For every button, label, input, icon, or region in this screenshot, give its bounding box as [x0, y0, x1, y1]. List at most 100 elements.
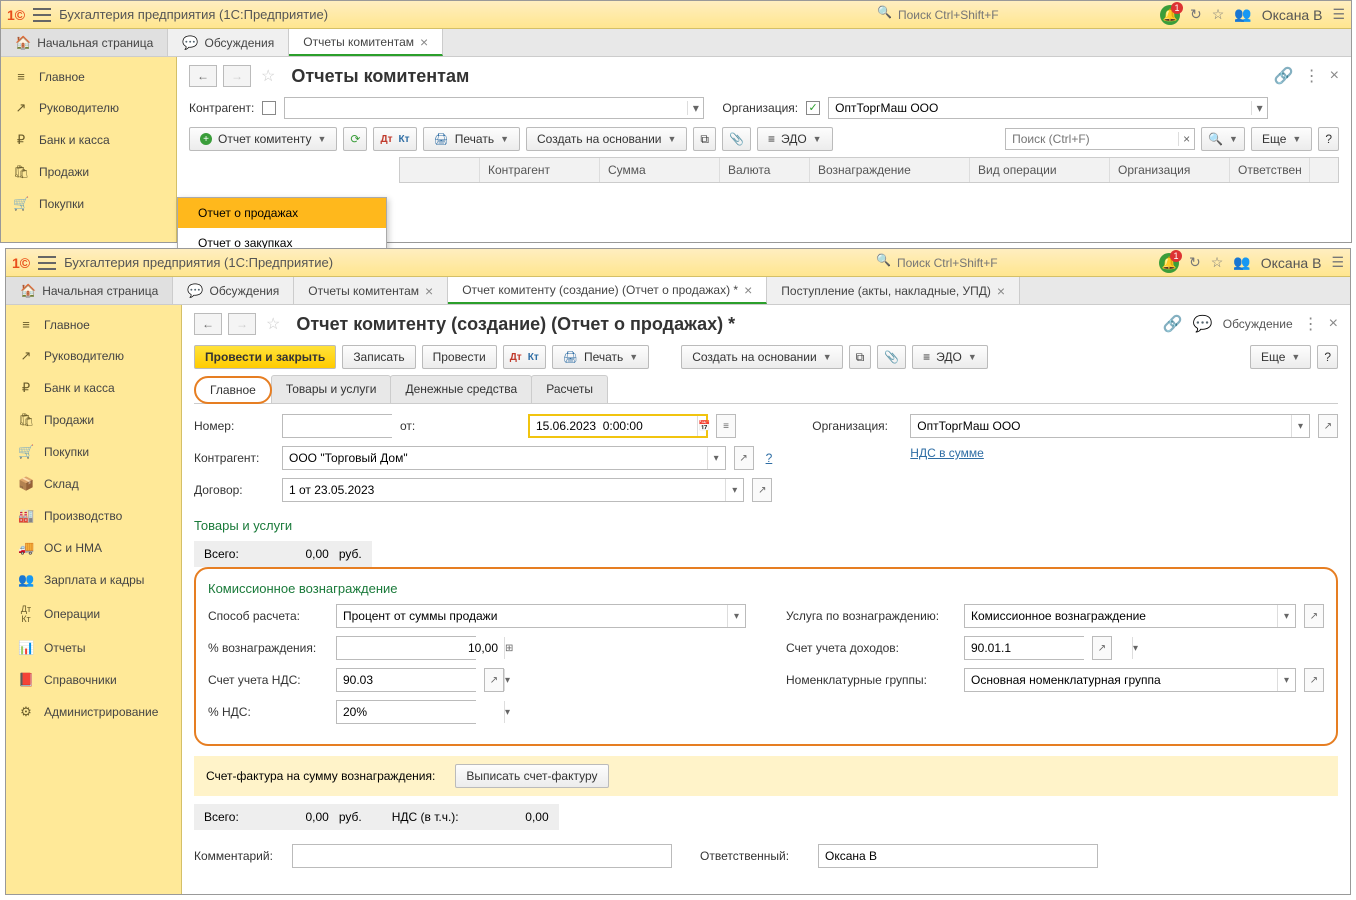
nds-link[interactable]: НДС в сумме — [910, 446, 984, 460]
dt-kt-button[interactable]: ДтКт — [503, 345, 546, 369]
percent-input[interactable]: ⊞ — [336, 636, 476, 660]
post-close-button[interactable]: Провести и закрыть — [194, 345, 336, 369]
tab-home[interactable]: 🏠Начальная страница — [6, 277, 173, 304]
history-icon[interactable]: ↻ — [1189, 254, 1201, 271]
nds-percent-input[interactable]: ▾ — [336, 700, 476, 724]
open-icon[interactable]: ↗ — [484, 668, 504, 692]
star-icon[interactable]: ☆ — [261, 66, 275, 86]
sidebar-item-sales[interactable]: 🛍Продажи — [6, 404, 181, 436]
calc-method-input[interactable]: ▾ — [336, 604, 746, 628]
forward-button[interactable]: → — [228, 313, 256, 335]
notification-bell-icon[interactable]: 🔔1 — [1160, 5, 1180, 25]
sidebar-item-production[interactable]: 🏭Производство — [6, 500, 181, 532]
open-icon[interactable]: ↗ — [1092, 636, 1112, 660]
tab-reports[interactable]: Отчеты комитентам× — [294, 277, 448, 304]
sidebar-item-admin[interactable]: ⚙Администрирование — [6, 696, 181, 728]
dropdown-item-sales[interactable]: Отчет о продажах — [178, 198, 386, 228]
counterparty-combo[interactable]: ▾ — [284, 97, 704, 119]
create-report-button[interactable]: +Отчет комитенту▼ — [189, 127, 337, 151]
dt-kt-button[interactable]: ДтКт — [373, 127, 416, 151]
close-icon[interactable]: × — [420, 34, 428, 50]
sidebar-item-warehouse[interactable]: 📦Склад — [6, 468, 181, 500]
main-menu-icon[interactable] — [38, 256, 56, 270]
nomen-input[interactable]: ▾ — [964, 668, 1296, 692]
org-checkbox[interactable] — [806, 101, 820, 115]
calendar-ext-icon[interactable]: ≡ — [716, 414, 736, 438]
tab-reports[interactable]: Отчеты комитентам× — [289, 29, 443, 56]
clear-icon[interactable]: × — [1178, 132, 1194, 146]
menu-more-icon[interactable]: ☰ — [1331, 254, 1344, 271]
sidebar-item-purchases[interactable]: 🛒Покупки — [1, 188, 176, 220]
sidebar-item-main[interactable]: ≡Главное — [1, 61, 176, 92]
print-button[interactable]: 🖨Печать▼ — [552, 345, 649, 369]
help-button[interactable]: ? — [1317, 345, 1338, 369]
sidebar-item-operations[interactable]: ДтКтОперации — [6, 596, 181, 632]
form-tab-money[interactable]: Денежные средства — [390, 375, 532, 403]
discuss-icon[interactable]: 💬 — [1193, 314, 1213, 334]
open-icon[interactable]: ↗ — [734, 446, 754, 470]
print-button[interactable]: 🖨Печать▼ — [423, 127, 520, 151]
sidebar-item-main[interactable]: ≡Главное — [6, 309, 181, 340]
attach-button[interactable]: 📎 — [722, 127, 751, 151]
create-based-button[interactable]: Создать на основании▼ — [681, 345, 842, 369]
open-icon[interactable]: ↗ — [1318, 414, 1338, 438]
edo-button[interactable]: ≡ЭДО▼ — [912, 345, 988, 369]
link-icon[interactable]: 🔗 — [1274, 66, 1294, 86]
more-button[interactable]: Еще▼ — [1250, 345, 1311, 369]
calendar-icon[interactable]: 📅 — [697, 416, 710, 436]
structure-button[interactable]: ⧉ — [693, 127, 716, 151]
org-input[interactable]: ▾ — [910, 414, 1310, 438]
sidebar-item-reports[interactable]: 📊Отчеты — [6, 632, 181, 664]
create-based-button[interactable]: Создать на основании▼ — [526, 127, 687, 151]
discuss-label[interactable]: Обсуждение — [1223, 317, 1293, 331]
close-content-icon[interactable]: × — [1329, 315, 1338, 333]
tab-discuss[interactable]: 💬Обсуждения — [173, 277, 294, 304]
help-button[interactable]: ? — [1318, 127, 1339, 151]
close-icon[interactable]: × — [997, 283, 1005, 299]
sidebar-item-salary[interactable]: 👥Зарплата и кадры — [6, 564, 181, 596]
close-icon[interactable]: × — [425, 283, 433, 299]
responsible-input[interactable] — [818, 844, 1098, 868]
link-icon[interactable]: 🔗 — [1163, 314, 1183, 334]
sidebar-item-bank[interactable]: ₽Банк и касса — [1, 124, 176, 156]
help-icon[interactable]: ? — [766, 451, 773, 465]
sidebar-item-manager[interactable]: ↗Руководителю — [6, 340, 181, 372]
open-icon[interactable]: ↗ — [1304, 668, 1324, 692]
sidebar-item-assets[interactable]: 🚚ОС и НМА — [6, 532, 181, 564]
star-icon[interactable]: ☆ — [1212, 6, 1225, 23]
history-icon[interactable]: ↻ — [1190, 6, 1202, 23]
notification-bell-icon[interactable]: 🔔1 — [1159, 253, 1179, 273]
users-icon[interactable]: 👥 — [1233, 254, 1250, 271]
back-button[interactable]: ← — [194, 313, 222, 335]
find-button[interactable]: 🔍▼ — [1201, 127, 1245, 151]
chevron-down-icon[interactable]: ▾ — [1251, 101, 1267, 115]
kebab-icon[interactable]: ⋮ — [1303, 314, 1319, 334]
table-search[interactable]: × — [1005, 128, 1195, 150]
structure-button[interactable]: ⧉ — [849, 345, 872, 369]
main-menu-icon[interactable] — [33, 8, 51, 22]
open-icon[interactable]: ↗ — [1304, 604, 1324, 628]
kebab-icon[interactable]: ⋮ — [1304, 66, 1320, 86]
date-input[interactable]: 📅 — [528, 414, 708, 438]
sidebar-item-purchases[interactable]: 🛒Покупки — [6, 436, 181, 468]
calc-icon[interactable]: ⊞ — [504, 637, 513, 659]
form-tab-calc[interactable]: Расчеты — [531, 375, 608, 403]
service-input[interactable]: ▾ — [964, 604, 1296, 628]
sidebar-item-refs[interactable]: 📕Справочники — [6, 664, 181, 696]
star-icon[interactable]: ☆ — [1211, 254, 1224, 271]
tab-discuss[interactable]: 💬Обсуждения — [168, 29, 289, 56]
write-invoice-button[interactable]: Выписать счет-фактуру — [455, 764, 608, 788]
tab-create[interactable]: Отчет комитенту (создание) (Отчет о прод… — [448, 277, 767, 304]
sidebar-item-sales[interactable]: 🛍Продажи — [1, 156, 176, 188]
nds-acc-input[interactable]: ▾ — [336, 668, 476, 692]
attach-button[interactable]: 📎 — [877, 345, 906, 369]
sidebar-item-manager[interactable]: ↗Руководителю — [1, 92, 176, 124]
open-icon[interactable]: ↗ — [752, 478, 772, 502]
close-content-icon[interactable]: × — [1330, 67, 1339, 85]
global-search-input[interactable] — [892, 5, 1152, 25]
menu-more-icon[interactable]: ☰ — [1332, 6, 1345, 23]
form-tab-main[interactable]: Главное — [194, 376, 272, 404]
org-combo[interactable]: ▾ — [828, 97, 1268, 119]
income-acc-input[interactable]: ▾ — [964, 636, 1084, 660]
global-search-input[interactable] — [891, 253, 1151, 273]
